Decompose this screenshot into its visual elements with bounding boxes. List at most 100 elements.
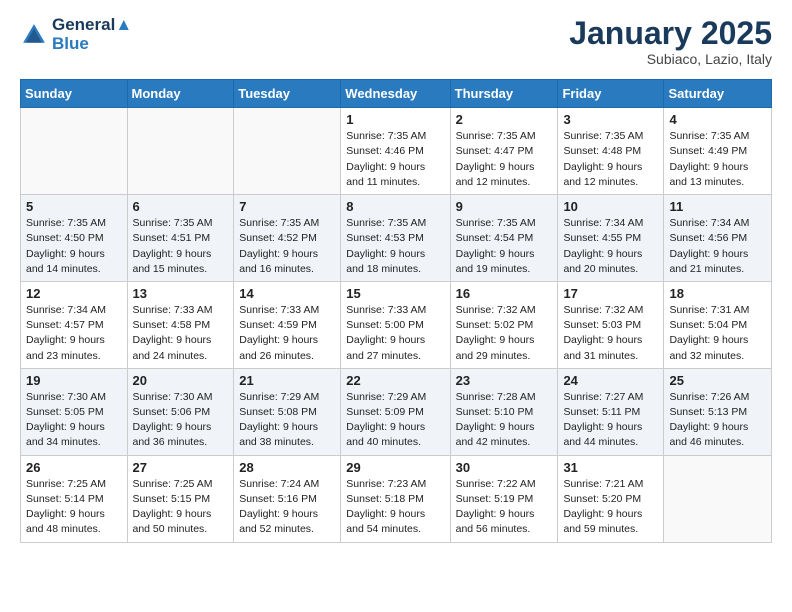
calendar-cell: [127, 108, 234, 195]
day-info: Sunrise: 7:25 AMSunset: 5:15 PMDaylight:…: [133, 477, 229, 538]
day-info: Sunrise: 7:35 AMSunset: 4:47 PMDaylight:…: [456, 129, 553, 190]
day-number: 14: [239, 286, 335, 301]
day-info: Sunrise: 7:21 AMSunset: 5:20 PMDaylight:…: [563, 477, 658, 538]
day-info: Sunrise: 7:27 AMSunset: 5:11 PMDaylight:…: [563, 390, 658, 451]
day-info: Sunrise: 7:29 AMSunset: 5:08 PMDaylight:…: [239, 390, 335, 451]
day-number: 16: [456, 286, 553, 301]
calendar-week-3: 12Sunrise: 7:34 AMSunset: 4:57 PMDayligh…: [21, 281, 772, 368]
calendar-week-5: 26Sunrise: 7:25 AMSunset: 5:14 PMDayligh…: [21, 455, 772, 542]
day-number: 9: [456, 199, 553, 214]
day-info: Sunrise: 7:33 AMSunset: 5:00 PMDaylight:…: [346, 303, 444, 364]
header-tuesday: Tuesday: [234, 80, 341, 108]
calendar-cell: 11Sunrise: 7:34 AMSunset: 4:56 PMDayligh…: [664, 195, 772, 282]
logo-text: General▲ Blue: [52, 16, 132, 53]
calendar-week-1: 1 Sunrise: 7:35 AMSunset: 4:46 PMDaylight…: [21, 108, 772, 195]
day-number: 2: [456, 112, 553, 127]
calendar-header-row: Sunday Monday Tuesday Wednesday Thursday…: [21, 80, 772, 108]
day-number: 27: [133, 460, 229, 475]
calendar-cell: 27 Sunrise: 7:25 AMSunset: 5:15 PMDayligh…: [127, 455, 234, 542]
calendar-cell: 29Sunrise: 7:23 AMSunset: 5:18 PMDayligh…: [341, 455, 450, 542]
day-info: Sunrise: 7:22 AMSunset: 5:19 PMDaylight:…: [456, 477, 553, 538]
calendar-cell: 31 Sunrise: 7:21 AMSunset: 5:20 PMDayligh…: [558, 455, 664, 542]
calendar-cell: 18Sunrise: 7:31 AMSunset: 5:04 PMDayligh…: [664, 281, 772, 368]
day-info: Sunrise: 7:35 AMSunset: 4:49 PMDaylight:…: [669, 129, 766, 190]
day-number: 5: [26, 199, 122, 214]
calendar-cell: [234, 108, 341, 195]
header: General▲ Blue January 2025 Subiaco, Lazi…: [20, 16, 772, 67]
day-info: Sunrise: 7:32 AMSunset: 5:02 PMDaylight:…: [456, 303, 553, 364]
day-info: Sunrise: 7:23 AMSunset: 5:18 PMDaylight:…: [346, 477, 444, 538]
logo: General▲ Blue: [20, 16, 132, 53]
title-area: January 2025 Subiaco, Lazio, Italy: [569, 16, 772, 67]
day-number: 30: [456, 460, 553, 475]
day-number: 3: [563, 112, 658, 127]
day-info: Sunrise: 7:35 AMSunset: 4:51 PMDaylight:…: [133, 216, 229, 277]
day-number: 31: [563, 460, 658, 475]
day-info: Sunrise: 7:35 AMSunset: 4:46 PMDaylight:…: [346, 129, 444, 190]
logo-icon: [20, 21, 48, 49]
day-info: Sunrise: 7:35 AMSunset: 4:52 PMDaylight:…: [239, 216, 335, 277]
header-friday: Friday: [558, 80, 664, 108]
day-info: Sunrise: 7:26 AMSunset: 5:13 PMDaylight:…: [669, 390, 766, 451]
header-sunday: Sunday: [21, 80, 128, 108]
calendar-cell: 1 Sunrise: 7:35 AMSunset: 4:46 PMDaylight…: [341, 108, 450, 195]
day-info: Sunrise: 7:35 AMSunset: 4:50 PMDaylight:…: [26, 216, 122, 277]
calendar-cell: 15 Sunrise: 7:33 AMSunset: 5:00 PMDayligh…: [341, 281, 450, 368]
day-info: Sunrise: 7:34 AMSunset: 4:56 PMDaylight:…: [669, 216, 766, 277]
day-info: Sunrise: 7:32 AMSunset: 5:03 PMDaylight:…: [563, 303, 658, 364]
calendar-cell: 3 Sunrise: 7:35 AMSunset: 4:48 PMDaylight…: [558, 108, 664, 195]
day-number: 21: [239, 373, 335, 388]
calendar-cell: [664, 455, 772, 542]
calendar-week-4: 19Sunrise: 7:30 AMSunset: 5:05 PMDayligh…: [21, 368, 772, 455]
day-info: Sunrise: 7:31 AMSunset: 5:04 PMDaylight:…: [669, 303, 766, 364]
calendar-cell: 30 Sunrise: 7:22 AMSunset: 5:19 PMDayligh…: [450, 455, 558, 542]
calendar-cell: 14Sunrise: 7:33 AMSunset: 4:59 PMDayligh…: [234, 281, 341, 368]
day-number: 28: [239, 460, 335, 475]
day-number: 10: [563, 199, 658, 214]
day-info: Sunrise: 7:34 AMSunset: 4:55 PMDaylight:…: [563, 216, 658, 277]
calendar-cell: 26Sunrise: 7:25 AMSunset: 5:14 PMDayligh…: [21, 455, 128, 542]
calendar-cell: 17Sunrise: 7:32 AMSunset: 5:03 PMDayligh…: [558, 281, 664, 368]
calendar-cell: 22 Sunrise: 7:29 AMSunset: 5:09 PMDayligh…: [341, 368, 450, 455]
day-number: 1: [346, 112, 444, 127]
page: General▲ Blue January 2025 Subiaco, Lazi…: [0, 0, 792, 559]
calendar-cell: 6Sunrise: 7:35 AMSunset: 4:51 PMDaylight…: [127, 195, 234, 282]
day-number: 4: [669, 112, 766, 127]
calendar-cell: 25 Sunrise: 7:26 AMSunset: 5:13 PMDayligh…: [664, 368, 772, 455]
header-thursday: Thursday: [450, 80, 558, 108]
calendar-cell: [21, 108, 128, 195]
day-info: Sunrise: 7:24 AMSunset: 5:16 PMDaylight:…: [239, 477, 335, 538]
month-title: January 2025: [569, 16, 772, 51]
day-number: 20: [133, 373, 229, 388]
day-info: Sunrise: 7:25 AMSunset: 5:14 PMDaylight:…: [26, 477, 122, 538]
day-info: Sunrise: 7:35 AMSunset: 4:54 PMDaylight:…: [456, 216, 553, 277]
day-number: 24: [563, 373, 658, 388]
day-info: Sunrise: 7:34 AMSunset: 4:57 PMDaylight:…: [26, 303, 122, 364]
header-wednesday: Wednesday: [341, 80, 450, 108]
calendar-cell: 23Sunrise: 7:28 AMSunset: 5:10 PMDayligh…: [450, 368, 558, 455]
calendar-cell: 16 Sunrise: 7:32 AMSunset: 5:02 PMDayligh…: [450, 281, 558, 368]
day-info: Sunrise: 7:29 AMSunset: 5:09 PMDaylight:…: [346, 390, 444, 451]
day-number: 19: [26, 373, 122, 388]
day-info: Sunrise: 7:35 AMSunset: 4:48 PMDaylight:…: [563, 129, 658, 190]
calendar-cell: 5 Sunrise: 7:35 AMSunset: 4:50 PMDaylight…: [21, 195, 128, 282]
calendar-cell: 12Sunrise: 7:34 AMSunset: 4:57 PMDayligh…: [21, 281, 128, 368]
calendar-cell: 7Sunrise: 7:35 AMSunset: 4:52 PMDaylight…: [234, 195, 341, 282]
day-info: Sunrise: 7:33 AMSunset: 4:58 PMDaylight:…: [133, 303, 229, 364]
day-info: Sunrise: 7:30 AMSunset: 5:06 PMDaylight:…: [133, 390, 229, 451]
day-number: 13: [133, 286, 229, 301]
day-number: 15: [346, 286, 444, 301]
calendar-cell: 20 Sunrise: 7:30 AMSunset: 5:06 PMDayligh…: [127, 368, 234, 455]
day-number: 22: [346, 373, 444, 388]
calendar: Sunday Monday Tuesday Wednesday Thursday…: [20, 79, 772, 542]
calendar-cell: 8Sunrise: 7:35 AMSunset: 4:53 PMDaylight…: [341, 195, 450, 282]
header-monday: Monday: [127, 80, 234, 108]
calendar-week-2: 5 Sunrise: 7:35 AMSunset: 4:50 PMDaylight…: [21, 195, 772, 282]
calendar-cell: 19Sunrise: 7:30 AMSunset: 5:05 PMDayligh…: [21, 368, 128, 455]
calendar-cell: 10 Sunrise: 7:34 AMSunset: 4:55 PMDayligh…: [558, 195, 664, 282]
day-number: 23: [456, 373, 553, 388]
calendar-cell: 13 Sunrise: 7:33 AMSunset: 4:58 PMDayligh…: [127, 281, 234, 368]
calendar-cell: 24 Sunrise: 7:27 AMSunset: 5:11 PMDayligh…: [558, 368, 664, 455]
calendar-cell: 28 Sunrise: 7:24 AMSunset: 5:16 PMDayligh…: [234, 455, 341, 542]
day-number: 25: [669, 373, 766, 388]
